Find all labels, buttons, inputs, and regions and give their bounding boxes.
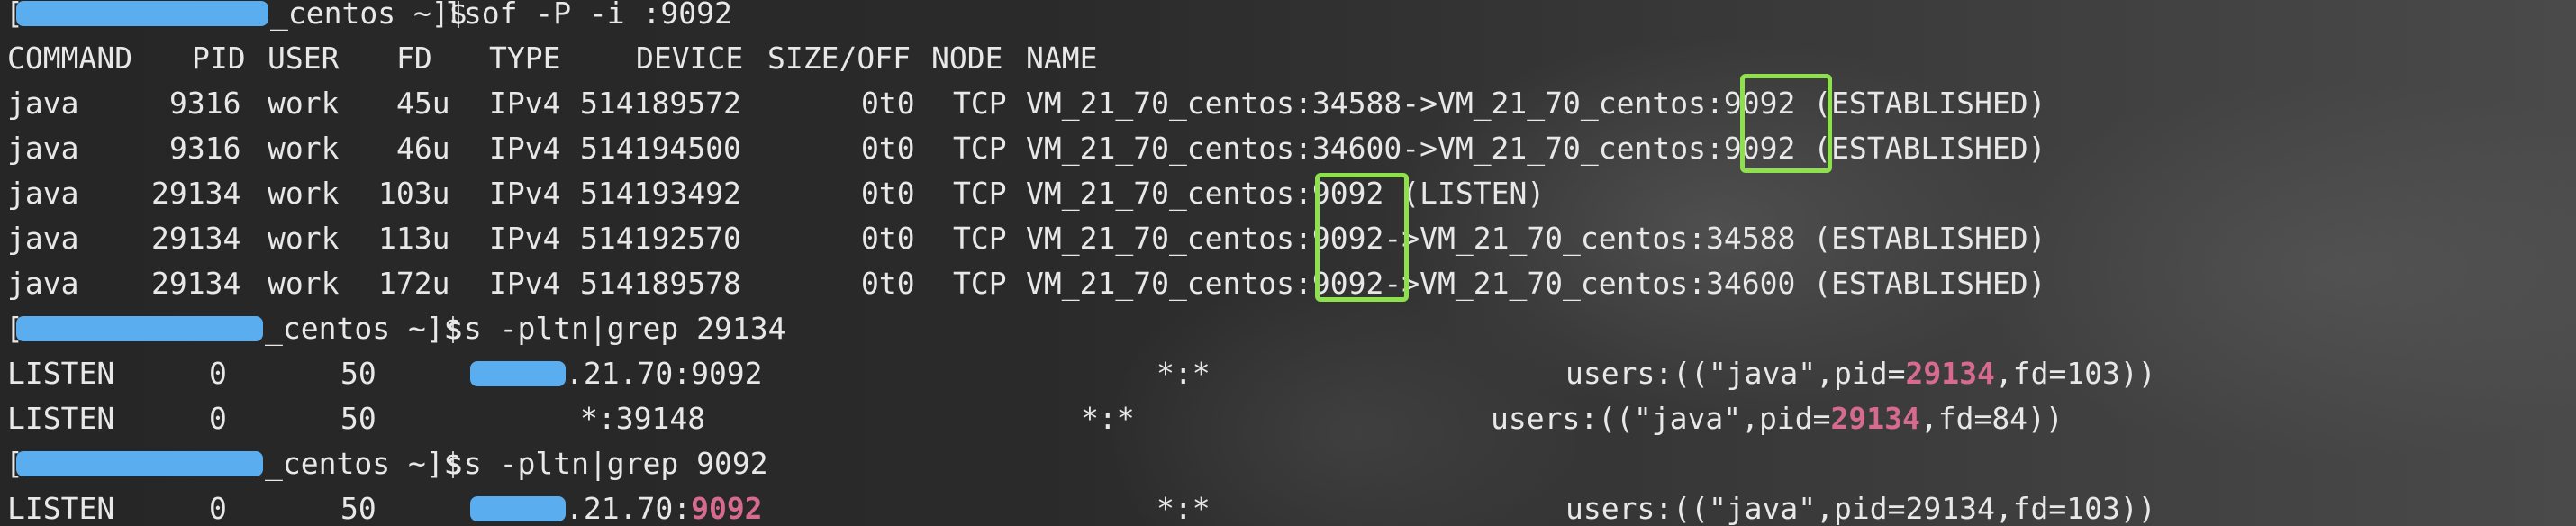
cell-type: IPv4	[489, 266, 561, 301]
header-fd: FD	[396, 41, 432, 76]
header-type: TYPE	[489, 41, 561, 76]
cell-fd: 103u	[378, 176, 450, 211]
redacted-hostname	[16, 451, 263, 476]
cell-local-addr: .21.70:9092	[566, 356, 763, 391]
cell-pid: 9316	[169, 86, 241, 121]
table-row: java 29134 work 113u IPv4 514192570 0t0 …	[0, 216, 2576, 261]
cell-size-off: 0t0	[861, 86, 915, 121]
cell-node: TCP	[953, 86, 1007, 121]
header-node: NODE	[931, 41, 1003, 76]
cell-local-addr: .21.70:9092	[566, 491, 763, 526]
cell-user: work	[268, 131, 340, 166]
cell-user: work	[268, 176, 340, 211]
cell-process: users:(("java",pid=29134,fd=84))	[1491, 401, 2064, 436]
cell-peer-addr: *:*	[1081, 401, 1135, 436]
prompt-suffix: _centos ~]$	[270, 0, 467, 31]
cell-device: 514189578	[580, 266, 741, 301]
port-annotation-box	[1315, 173, 1409, 302]
cell-command: java	[7, 176, 79, 211]
header-device: DEVICE	[636, 41, 744, 76]
command-text: ss -pltn|grep 29134	[446, 311, 786, 346]
cell-sendq: 50	[340, 401, 376, 436]
cell-size-off: 0t0	[861, 131, 915, 166]
cell-node: TCP	[953, 176, 1007, 211]
cell-process: users:(("java",pid=29134,fd=103))	[1565, 356, 2156, 391]
cell-device: 514193492	[580, 176, 741, 211]
cell-node: TCP	[953, 131, 1007, 166]
redacted-hostname	[16, 1, 268, 26]
command-text: ss -pltn|grep 9092	[446, 446, 768, 481]
cell-recvq: 0	[209, 401, 227, 436]
cell-fd: 45u	[396, 86, 450, 121]
cell-user: work	[268, 86, 340, 121]
table-row: java 9316 work 46u IPv4 514194500 0t0 TC…	[0, 126, 2576, 171]
cell-pid: 9316	[169, 131, 241, 166]
prompt-line-lsof: [ _centos ~]$ lsof -P -i :9092	[0, 0, 2576, 36]
cell-type: IPv4	[489, 131, 561, 166]
header-user: USER	[268, 41, 340, 76]
cell-name: VM_21_70_centos:34600->VM_21_70_centos:9…	[1026, 131, 2046, 166]
port-annotation-box	[1740, 74, 1832, 173]
cell-name: VM_21_70_centos:34588->VM_21_70_centos:9…	[1026, 86, 2046, 121]
cell-name: VM_21_70_centos:9092->VM_21_70_centos:34…	[1026, 266, 2046, 301]
cell-command: java	[7, 221, 79, 256]
cell-type: IPv4	[489, 221, 561, 256]
cell-recvq: 0	[209, 356, 227, 391]
cell-node: TCP	[953, 221, 1007, 256]
cell-state: LISTEN	[7, 491, 115, 526]
cell-state: LISTEN	[7, 356, 115, 391]
cell-command: java	[7, 86, 79, 121]
cell-type: IPv4	[489, 86, 561, 121]
table-row: java 29134 work 172u IPv4 514189578 0t0 …	[0, 261, 2576, 306]
cell-command: java	[7, 131, 79, 166]
header-name: NAME	[1026, 41, 1098, 76]
cell-fd: 113u	[378, 221, 450, 256]
cell-device: 514189572	[580, 86, 741, 121]
prompt-line-ss-pid: [ _centos ~]$ ss -pltn|grep 29134	[0, 306, 2576, 351]
ss-row: LISTEN 0 50 *:39148 *:* users:(("java",p…	[0, 396, 2576, 441]
cell-user: work	[268, 266, 340, 301]
cell-peer-addr: *:*	[1156, 356, 1211, 391]
cell-type: IPv4	[489, 176, 561, 211]
table-row: java 9316 work 45u IPv4 514189572 0t0 TC…	[0, 81, 2576, 126]
ss-row: LISTEN 0 50 .21.70:9092 *:* users:(("jav…	[0, 486, 2576, 526]
cell-name: VM_21_70_centos:9092->VM_21_70_centos:34…	[1026, 221, 2046, 256]
lsof-header: COMMAND PID USER FD TYPE DEVICE SIZE/OFF…	[0, 36, 2576, 81]
cell-user: work	[268, 221, 340, 256]
cell-device: 514192570	[580, 221, 741, 256]
header-pid: PID	[192, 41, 246, 76]
prompt-suffix: _centos ~]$	[265, 446, 462, 481]
cell-name: VM_21_70_centos:9092 (LISTEN)	[1026, 176, 1546, 211]
redacted-ip	[470, 496, 566, 521]
cell-pid: 29134	[151, 221, 241, 256]
cell-fd: 172u	[378, 266, 450, 301]
cell-recvq: 0	[209, 491, 227, 526]
ss-row: LISTEN 0 50 .21.70:9092 *:* users:(("jav…	[0, 351, 2576, 396]
prompt-suffix: _centos ~]$	[265, 311, 462, 346]
cell-pid: 29134	[151, 266, 241, 301]
cell-command: java	[7, 266, 79, 301]
cell-peer-addr: *:*	[1156, 491, 1211, 526]
cell-pid: 29134	[151, 176, 241, 211]
terminal-window[interactable]: [ _centos ~]$ lsof -P -i :9092 COMMAND P…	[0, 0, 2576, 526]
cell-size-off: 0t0	[861, 176, 915, 211]
cell-local-addr: *:39148	[580, 401, 706, 436]
cell-device: 514194500	[580, 131, 741, 166]
cell-sendq: 50	[340, 491, 376, 526]
cell-sendq: 50	[340, 356, 376, 391]
cell-size-off: 0t0	[861, 221, 915, 256]
cell-size-off: 0t0	[861, 266, 915, 301]
redacted-hostname	[16, 316, 263, 341]
cell-state: LISTEN	[7, 401, 115, 436]
cell-process: users:(("java",pid=29134,fd=103))	[1565, 491, 2156, 526]
header-size-off: SIZE/OFF	[767, 41, 911, 76]
table-row: java 29134 work 103u IPv4 514193492 0t0 …	[0, 171, 2576, 216]
header-command: COMMAND	[7, 41, 133, 76]
prompt-line-ss-port: [ _centos ~]$ ss -pltn|grep 9092	[0, 441, 2576, 486]
redacted-ip	[470, 361, 566, 386]
cell-fd: 46u	[396, 131, 450, 166]
cell-node: TCP	[953, 266, 1007, 301]
command-text: lsof -P -i :9092	[446, 0, 732, 31]
